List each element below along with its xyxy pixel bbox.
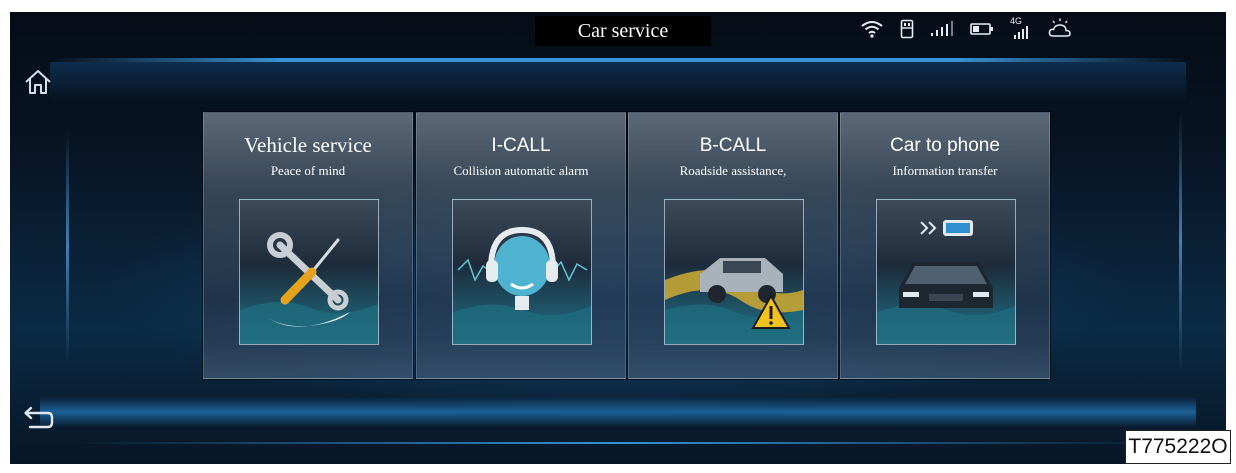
card-subtitle: Collision automatic alarm bbox=[453, 163, 589, 178]
page-title: Car service bbox=[577, 19, 669, 42]
car-phone-transfer-icon bbox=[876, 199, 1016, 345]
wifi-icon bbox=[860, 19, 884, 39]
floor-glow bbox=[40, 397, 1196, 427]
floor-line bbox=[70, 442, 1166, 444]
back-arrow-icon bbox=[22, 406, 54, 436]
home-icon bbox=[22, 70, 54, 102]
usb-icon bbox=[900, 19, 914, 39]
i-call-card[interactable]: I-CALL Collision automatic alarm bbox=[416, 112, 626, 379]
card-subtitle: Roadside assistance, bbox=[679, 163, 787, 178]
status-bar: 4G bbox=[860, 14, 1072, 44]
card-subtitle: Information transfer bbox=[892, 163, 998, 178]
vehicle-service-card[interactable]: Vehicle service Peace of mind bbox=[203, 112, 413, 379]
car-to-phone-card[interactable]: Car to phone Information transfer bbox=[840, 112, 1050, 379]
left-frame-line bbox=[66, 132, 69, 362]
card-title: Vehicle service bbox=[244, 133, 372, 157]
signal-icon bbox=[930, 21, 954, 37]
card-title: Car to phone bbox=[890, 135, 1000, 156]
home-button[interactable] bbox=[22, 66, 54, 98]
headset-agent-icon bbox=[452, 199, 592, 345]
top-glow-band bbox=[50, 62, 1186, 102]
back-button[interactable] bbox=[22, 406, 54, 432]
card-title: B-CALL bbox=[699, 135, 767, 156]
4g-signal-icon: 4G bbox=[1010, 16, 1032, 40]
card-subtitle: Peace of mind bbox=[270, 163, 346, 178]
b-call-card[interactable]: B-CALL Roadside assistance, bbox=[628, 112, 838, 379]
card-title: I-CALL bbox=[491, 135, 551, 156]
battery-icon bbox=[970, 22, 994, 36]
figure-code-label: T775222O bbox=[1125, 430, 1231, 464]
weather-icon bbox=[1048, 18, 1072, 40]
wrench-screwdriver-icon bbox=[239, 199, 379, 345]
roadside-car-warning-icon bbox=[664, 199, 804, 345]
figure-frame: Car service 4G Vehicle service Peace of … bbox=[0, 0, 1236, 473]
page-title-box: Car service bbox=[535, 16, 711, 46]
right-frame-line bbox=[1179, 112, 1182, 372]
top-glow-line bbox=[50, 58, 1186, 62]
